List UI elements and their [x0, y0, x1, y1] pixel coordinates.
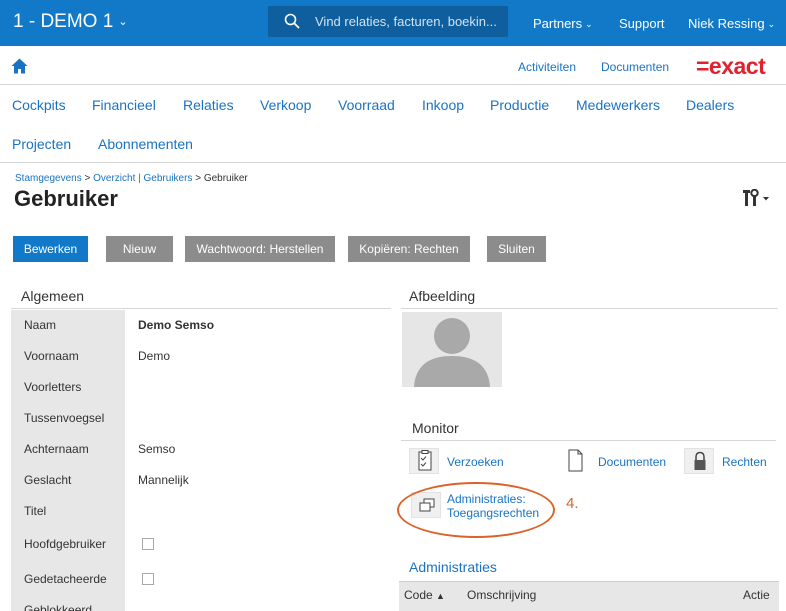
divider	[0, 162, 786, 163]
field-value-naam: Demo Semso	[138, 318, 215, 332]
documenten-link[interactable]: Documenten	[601, 60, 669, 74]
callout-ellipse	[397, 482, 555, 538]
chevron-down-icon: ⌄	[118, 16, 128, 28]
monitor-heading: Monitor	[412, 420, 459, 436]
nav-cockpits[interactable]: Cockpits	[12, 97, 66, 113]
field-label-voornaam: Voornaam	[24, 349, 79, 363]
column-code-label: Code	[404, 588, 433, 602]
field-label-geslacht: Geslacht	[24, 473, 72, 487]
divider	[401, 440, 776, 441]
field-label-gedetacheerde: Gedetacheerde	[24, 572, 107, 586]
verzoeken-icon-wrap	[409, 448, 439, 474]
field-label-achternaam: Achternaam	[24, 442, 89, 456]
field-label-hoofdgebruiker: Hoofdgebruiker	[24, 537, 107, 551]
document-icon	[568, 449, 583, 472]
field-label-titel: Titel	[24, 504, 47, 518]
chevron-down-icon: ⌄	[585, 19, 593, 29]
field-label-naam: Naam	[24, 318, 57, 332]
clipboard-check-icon	[418, 450, 432, 471]
field-label-tussenvoegsel: Tussenvoegsel	[24, 411, 105, 425]
global-search	[268, 6, 508, 37]
rechten-link[interactable]: Rechten	[722, 455, 767, 469]
bewerken-button[interactable]: Bewerken	[13, 236, 88, 262]
nav-inkoop[interactable]: Inkoop	[422, 97, 464, 113]
user-silhouette-icon	[414, 318, 490, 387]
breadcrumb-current: Gebruiker	[203, 173, 248, 184]
chevron-down-icon: ⌄	[767, 19, 776, 29]
home-icon[interactable]	[11, 58, 28, 74]
nav-verkoop[interactable]: Verkoop	[260, 97, 311, 113]
divider	[0, 84, 786, 85]
administraties-table-header: Code ▲ Omschrijving Actie	[399, 581, 779, 611]
partners-label: Partners	[533, 16, 583, 31]
hoofdgebruiker-checkbox[interactable]	[142, 538, 154, 550]
nav-medewerkers[interactable]: Medewerkers	[576, 97, 660, 113]
sluiten-button[interactable]: Sluiten	[487, 236, 546, 262]
nav-abonnementen[interactable]: Abonnementen	[98, 136, 193, 152]
breadcrumb: Stamgegevens > Overzicht | Gebruikers > …	[15, 173, 248, 184]
nav-projecten[interactable]: Projecten	[12, 136, 71, 152]
search-icon[interactable]	[284, 13, 300, 29]
nav-productie[interactable]: Productie	[490, 97, 549, 113]
field-label-voorletters: Voorletters	[24, 380, 82, 394]
lock-icon	[694, 451, 706, 470]
wachtwoord-herstellen-button[interactable]: Wachtwoord: Herstellen	[185, 236, 335, 262]
field-label-geblokkeerd: Geblokkeerd	[24, 603, 93, 611]
field-value-achternaam: Semso	[138, 442, 176, 456]
breadcrumb-separator: >	[81, 173, 94, 184]
avatar[interactable]	[402, 312, 502, 387]
partners-menu[interactable]: Partners ⌄	[533, 16, 593, 31]
documenten-icon-wrap	[560, 448, 590, 474]
afbeelding-heading: Afbeelding	[409, 288, 476, 304]
column-header-code[interactable]: Code ▲	[404, 588, 445, 602]
administraties-heading: Administraties	[409, 559, 497, 575]
nav-financieel[interactable]: Financieel	[92, 97, 156, 113]
search-input[interactable]	[315, 11, 500, 32]
exact-logo: =exact	[696, 53, 766, 79]
breadcrumb-separator: >	[192, 173, 204, 184]
divider	[401, 308, 778, 309]
algemeen-heading: Algemeen	[21, 288, 85, 304]
tools-menu-icon[interactable]	[743, 189, 773, 207]
page-title: Gebruiker	[14, 186, 118, 211]
breadcrumb-stamgegevens[interactable]: Stamgegevens	[15, 173, 82, 184]
support-link[interactable]: Support	[619, 16, 665, 31]
company-name: 1 - DEMO 1	[13, 11, 114, 32]
support-label: Support	[619, 16, 665, 31]
nav-relaties[interactable]: Relaties	[183, 97, 234, 113]
top-bar: 1 - DEMO 1⌄ Partners⌄ Support Niek Ressi…	[0, 0, 786, 46]
nav-dealers[interactable]: Dealers	[686, 97, 734, 113]
sort-ascending-icon: ▲	[436, 591, 445, 601]
company-selector[interactable]: 1 - DEMO 1 ⌄	[13, 11, 128, 33]
rechten-icon-wrap	[684, 448, 714, 474]
field-value-geslacht: Mannelijk	[138, 473, 189, 487]
field-value-voornaam: Demo	[138, 349, 171, 363]
divider	[11, 308, 391, 309]
documenten-monitor-link[interactable]: Documenten	[598, 455, 666, 469]
nav-voorraad[interactable]: Voorraad	[338, 97, 395, 113]
callout-number: 4.	[566, 495, 579, 512]
user-menu[interactable]: Niek Ressing ⌄	[688, 16, 775, 31]
column-header-actie: Actie	[743, 588, 770, 602]
user-name: Niek Ressing	[688, 16, 765, 31]
verzoeken-link[interactable]: Verzoeken	[447, 455, 504, 469]
nieuw-button[interactable]: Nieuw	[106, 236, 173, 262]
activiteiten-link[interactable]: Activiteiten	[518, 60, 576, 74]
breadcrumb-overzicht[interactable]: Overzicht | Gebruikers	[93, 173, 192, 184]
gedetacheerde-checkbox[interactable]	[142, 573, 154, 585]
kopieren-rechten-button[interactable]: Kopiëren: Rechten	[348, 236, 470, 262]
column-header-omschrijving[interactable]: Omschrijving	[467, 588, 536, 602]
